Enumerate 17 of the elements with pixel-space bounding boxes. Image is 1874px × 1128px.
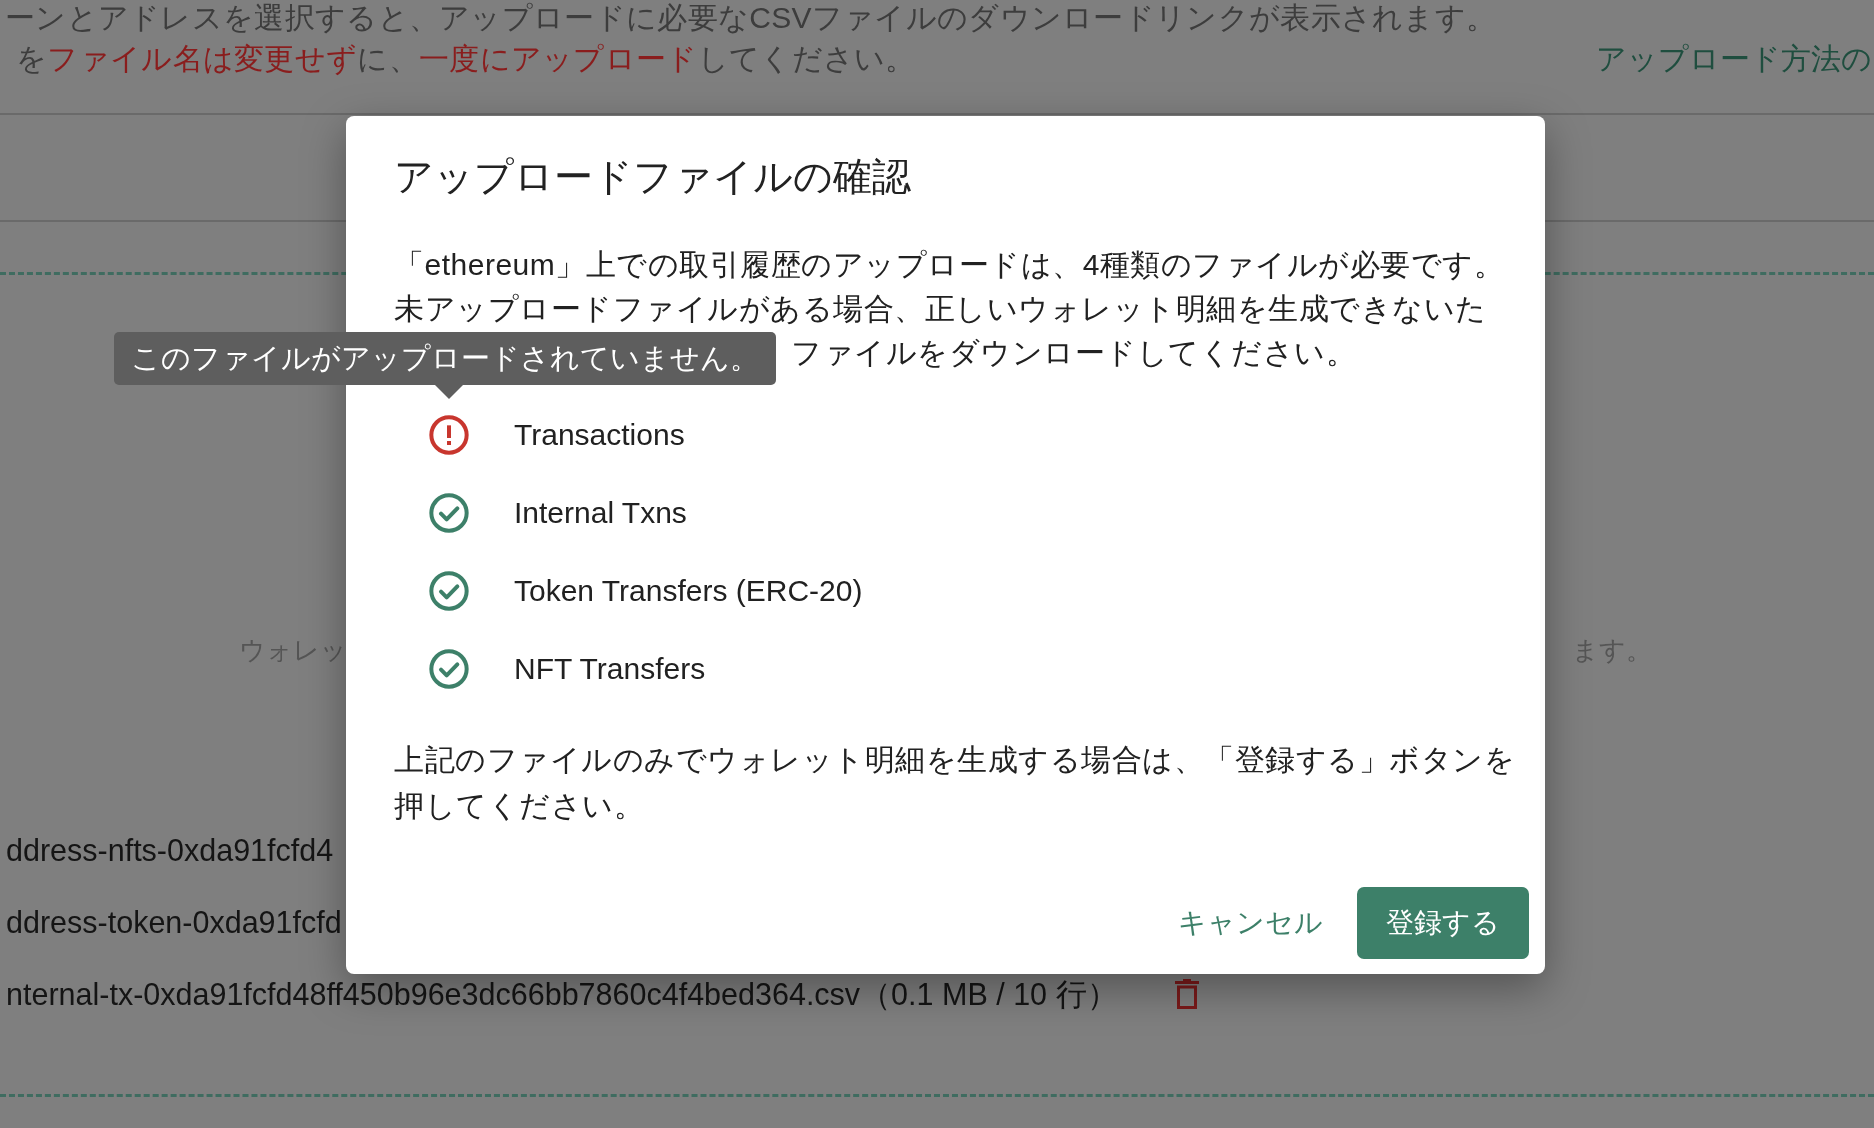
file-name-text: ddress-nfts-0xda91fcfd4 <box>6 833 334 867</box>
file-type-label: Token Transfers (ERC-20) <box>514 573 863 609</box>
file-name-text: ddress-token-0xda91fcfd <box>6 905 342 939</box>
file-name-text: nternal-tx-0xda91fcfd48ff450b96e3dc66bb7860c4f4bed364.csv（0.1 MB / 10 行） <box>6 977 1118 1011</box>
instruction-text: ーンとアドレスを選択すると、アップロードに必要なCSVファイルのダウンロードリンクが表示されます。 <box>5 0 1498 36</box>
file-type-label: Internal Txns <box>514 495 687 531</box>
register-button[interactable]: 登録する <box>1357 887 1529 959</box>
file-type-label: NFT Transfers <box>514 651 706 687</box>
help-link[interactable]: アップロード方法の <box>1596 41 1872 77</box>
trash-icon[interactable] <box>1173 979 1200 1009</box>
dialog-title: アップロードファイルの確認 <box>394 154 912 200</box>
note-text: 上記のファイルのみでウォレット明細を生成する場合は、「登録する」ボタンを押してください。 <box>394 742 1516 824</box>
message-text: ファイルをダウンロードしてください。 <box>791 335 1356 371</box>
message-text: 「ethereum」上での取引履歴のアップロードは、4種類のファイルが必要です。未アップロードファイルがある場合、正しいウォレット明細を生成できないた <box>394 247 1506 327</box>
tooltip-arrow-icon <box>435 385 463 399</box>
file-type-label: Transactions <box>514 417 685 453</box>
instruction-text: を ファイル名は変更せずに、一度にアップロード してください。 <box>16 41 916 77</box>
